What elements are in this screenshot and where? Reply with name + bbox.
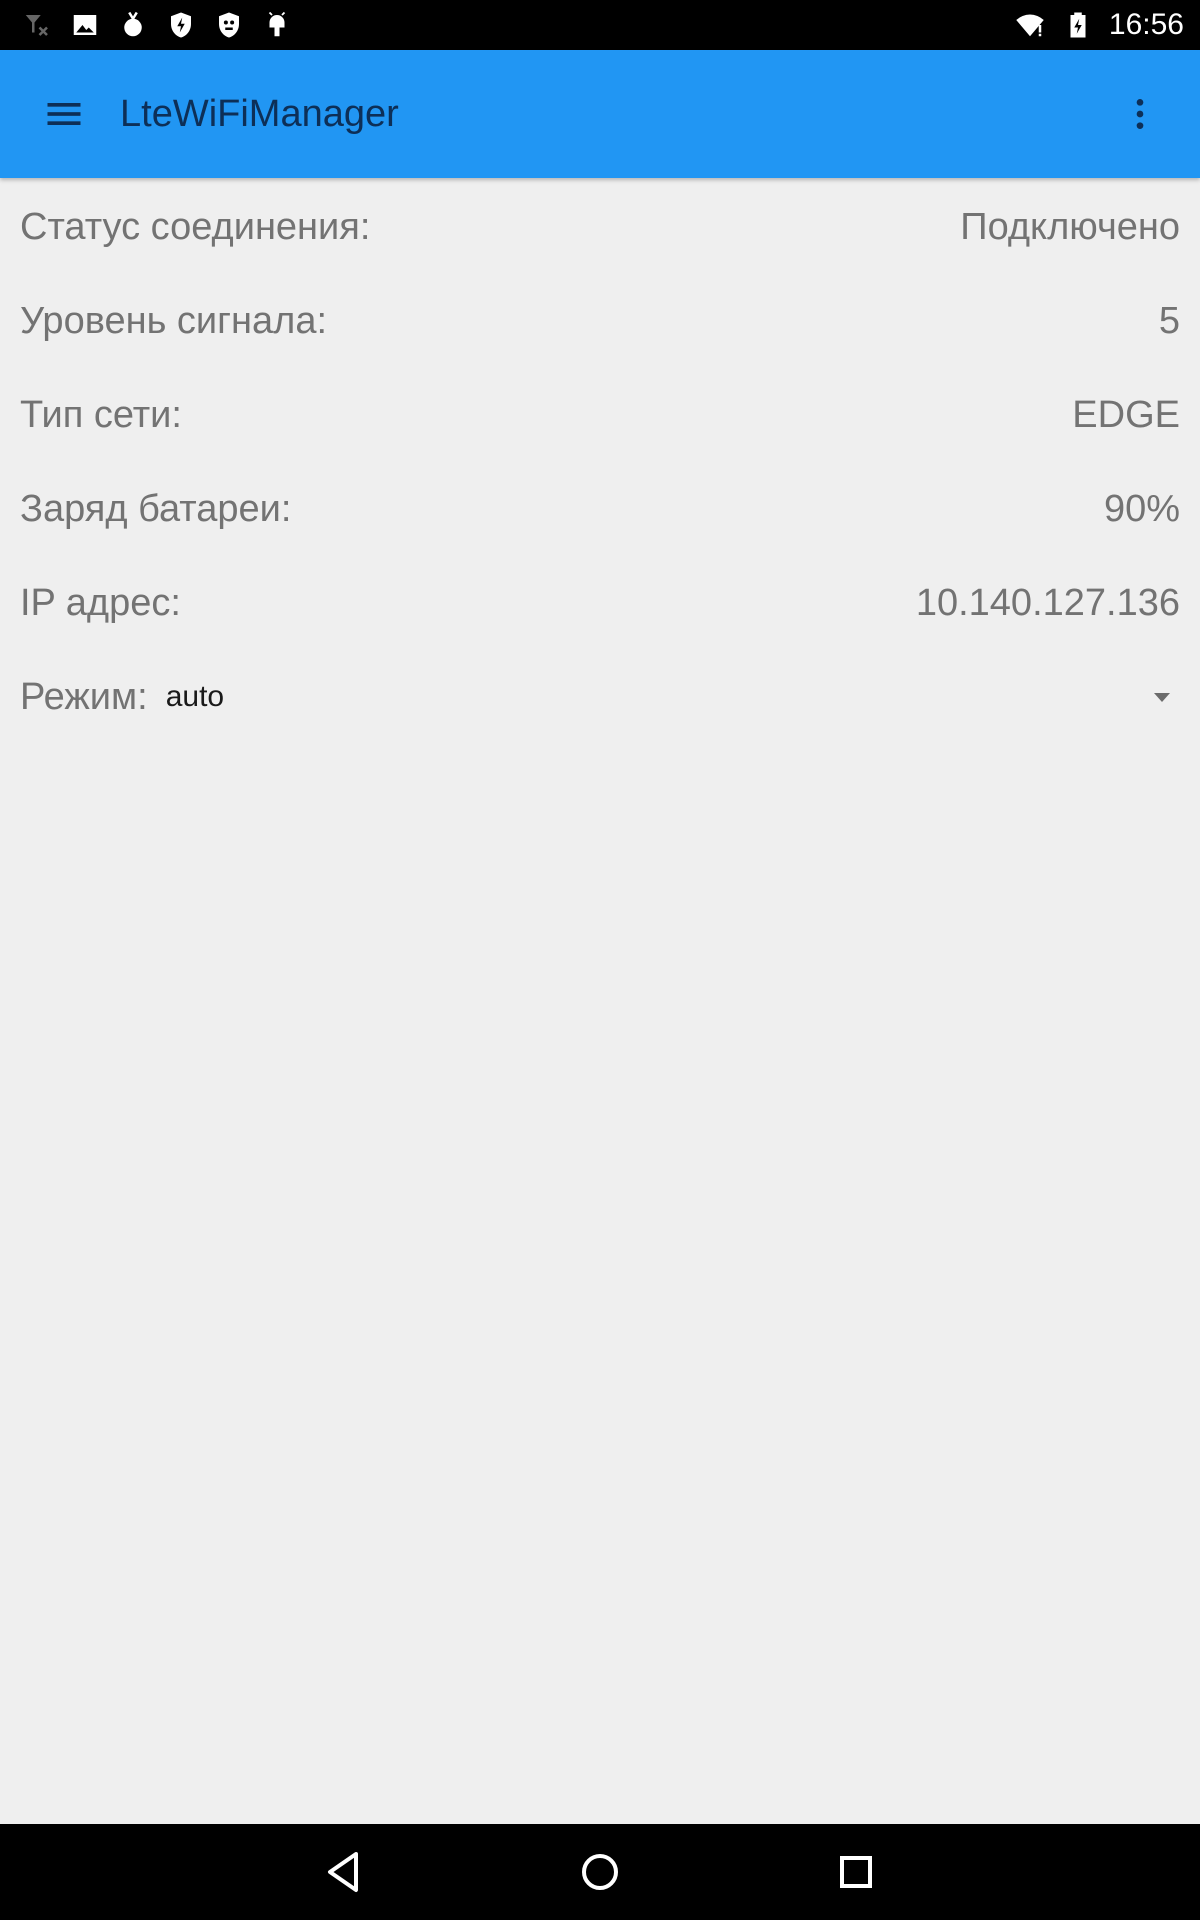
mode-selected-value: auto	[165, 680, 225, 713]
signal-level-value: 5	[1158, 299, 1180, 342]
recents-button[interactable]	[798, 1824, 914, 1920]
app-bar: LteWiFiManager	[0, 50, 1200, 178]
skull-shield-icon	[212, 8, 246, 42]
connection-status-row: Статус соединения: Подключено	[0, 180, 1200, 274]
signal-level-label: Уровень сигнала:	[20, 299, 328, 342]
status-bar: 16:56	[0, 0, 1200, 50]
network-type-row: Тип сети: EDGE	[0, 368, 1200, 462]
recents-icon	[840, 1856, 872, 1888]
mode-dropdown[interactable]: auto	[166, 657, 1180, 737]
main-content: Статус соединения: Подключено Уровень си…	[0, 178, 1200, 744]
status-time: 16:56	[1108, 8, 1184, 41]
battery-charging-icon	[1061, 8, 1095, 42]
app-title: LteWiFiManager	[120, 92, 399, 135]
network-type-label: Тип сети:	[20, 393, 182, 436]
battery-value: 90%	[1103, 487, 1180, 530]
connection-status-label: Статус соединения:	[20, 205, 371, 248]
image-icon	[68, 8, 102, 42]
mode-label: Режим:	[20, 675, 148, 718]
ip-address-label: IP адрес:	[20, 581, 181, 624]
ip-address-row: IP адрес: 10.140.127.136	[0, 556, 1200, 650]
home-icon	[582, 1854, 618, 1890]
bomb-icon	[116, 8, 150, 42]
signal-level-row: Уровень сигнала: 5	[0, 274, 1200, 368]
battery-row: Заряд батареи: 90%	[0, 462, 1200, 556]
status-notifications	[20, 8, 294, 42]
overflow-menu-button[interactable]	[1100, 50, 1180, 178]
status-system: 16:56	[1013, 8, 1184, 42]
menu-button[interactable]	[0, 50, 128, 178]
battery-label: Заряд батареи:	[20, 487, 292, 530]
back-icon	[328, 1852, 358, 1892]
ip-address-value: 10.140.127.136	[915, 581, 1180, 624]
dropdown-arrow-icon	[1154, 693, 1170, 702]
android-icon	[260, 8, 294, 42]
home-button[interactable]	[542, 1824, 658, 1920]
hamburger-menu-icon	[47, 103, 81, 125]
back-button[interactable]	[286, 1824, 402, 1920]
connection-status-value: Подключено	[960, 205, 1180, 248]
shield-bolt-icon	[164, 8, 198, 42]
no-signal-icon	[20, 8, 54, 42]
network-type-value: EDGE	[1072, 393, 1180, 436]
mode-row: Режим: auto	[0, 650, 1200, 744]
wifi-icon	[1013, 8, 1047, 42]
more-vert-icon	[1136, 99, 1144, 129]
navigation-bar	[0, 1824, 1200, 1920]
